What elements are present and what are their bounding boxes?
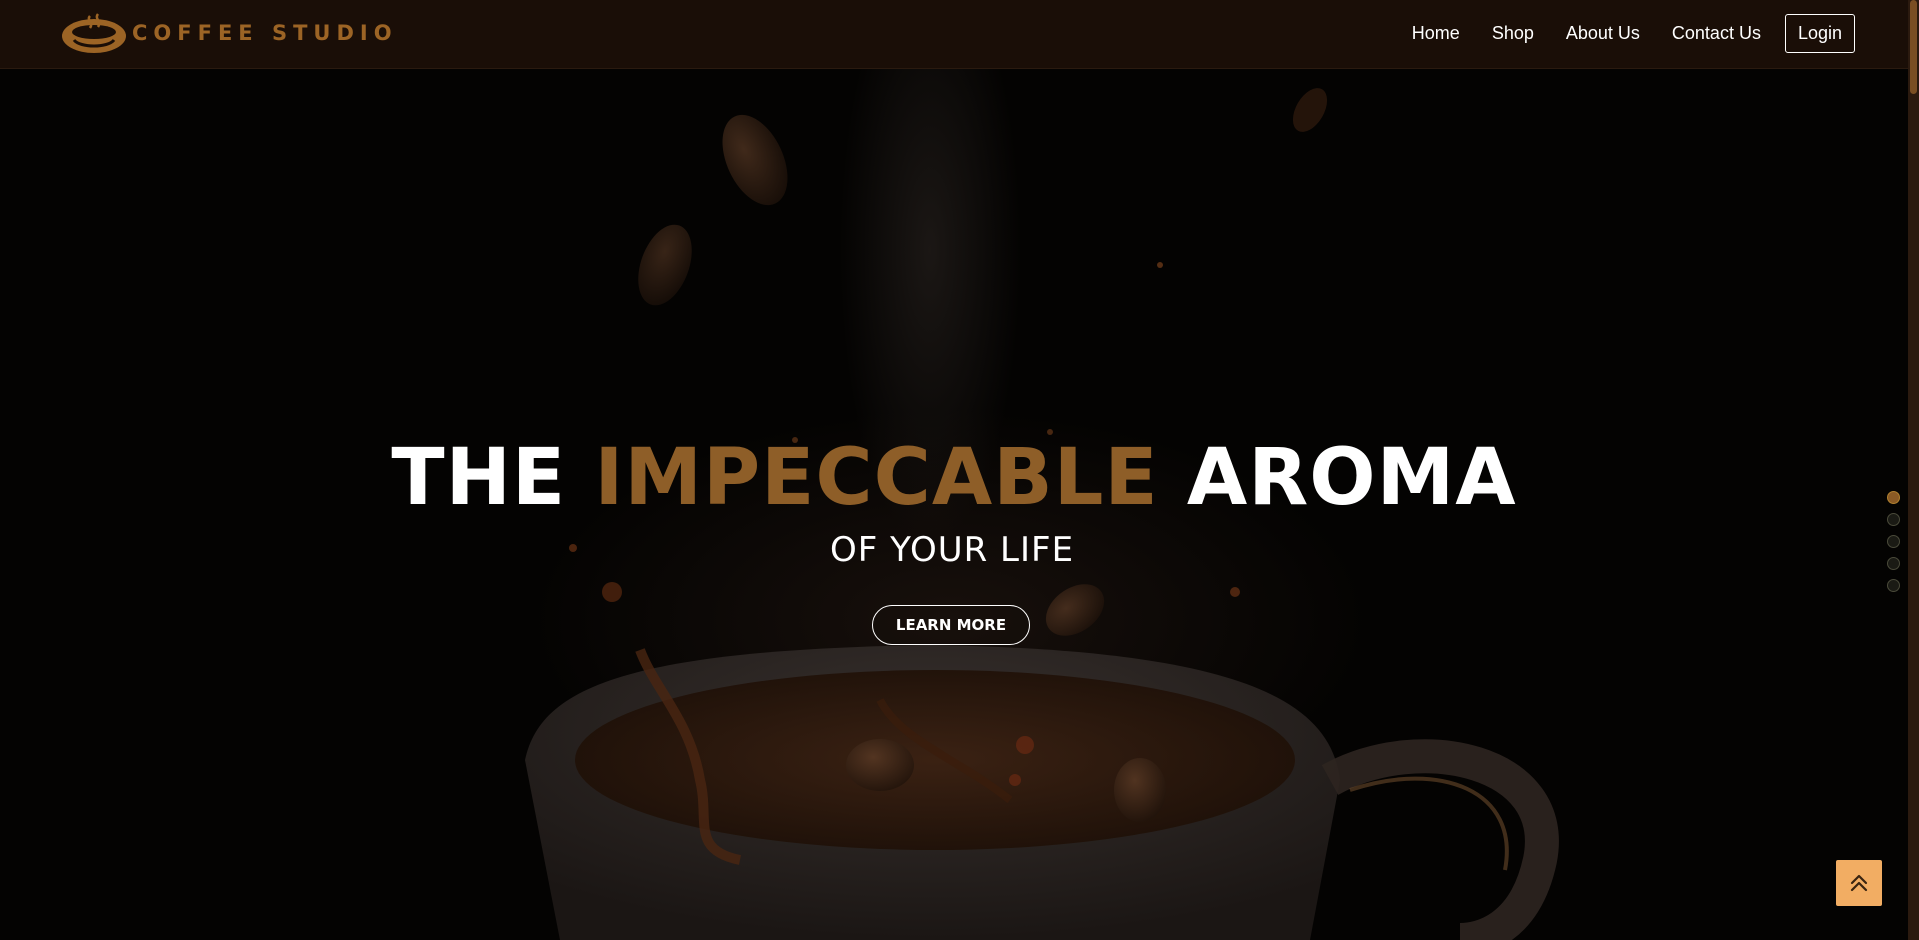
slider-dot-5[interactable] xyxy=(1887,579,1900,592)
headline-accent-word: IMPECCABLE xyxy=(594,433,1159,523)
learn-more-button[interactable]: LEARN MORE xyxy=(872,605,1030,645)
headline-word-the: THE xyxy=(391,433,567,523)
back-to-top-button[interactable] xyxy=(1836,860,1882,906)
hero-subheadline: OF YOUR LIFE xyxy=(829,530,1075,570)
scrollbar-thumb[interactable] xyxy=(1910,0,1917,94)
page-scrollbar[interactable] xyxy=(1908,0,1919,940)
brand-name: COFFEE STUDIO xyxy=(132,21,398,45)
page: COFFEE STUDIO Home Shop About Us Contact… xyxy=(0,0,1919,940)
slider-dot-1[interactable] xyxy=(1887,491,1900,504)
slider-pagination xyxy=(1887,491,1901,601)
nav-about-link[interactable]: About Us xyxy=(1566,23,1640,44)
slider-dot-3[interactable] xyxy=(1887,535,1900,548)
site-header: COFFEE STUDIO Home Shop About Us Contact… xyxy=(0,0,1919,69)
main-nav: Home Shop About Us Contact Us Login xyxy=(1380,14,1855,53)
brand-logo[interactable]: COFFEE STUDIO xyxy=(60,10,398,56)
nav-shop-link[interactable]: Shop xyxy=(1492,23,1534,44)
headline-word-aroma: AROMA xyxy=(1186,433,1517,523)
double-chevron-up-icon xyxy=(1850,874,1868,892)
slider-dot-4[interactable] xyxy=(1887,557,1900,570)
hero-headline: THE IMPECCABLE AROMA xyxy=(0,428,1908,528)
coffee-cup-logo-icon xyxy=(62,13,126,53)
nav-contact-link[interactable]: Contact Us xyxy=(1672,23,1761,44)
slider-dot-2[interactable] xyxy=(1887,513,1900,526)
login-button[interactable]: Login xyxy=(1784,14,1855,53)
nav-home-link[interactable]: Home xyxy=(1412,23,1460,44)
